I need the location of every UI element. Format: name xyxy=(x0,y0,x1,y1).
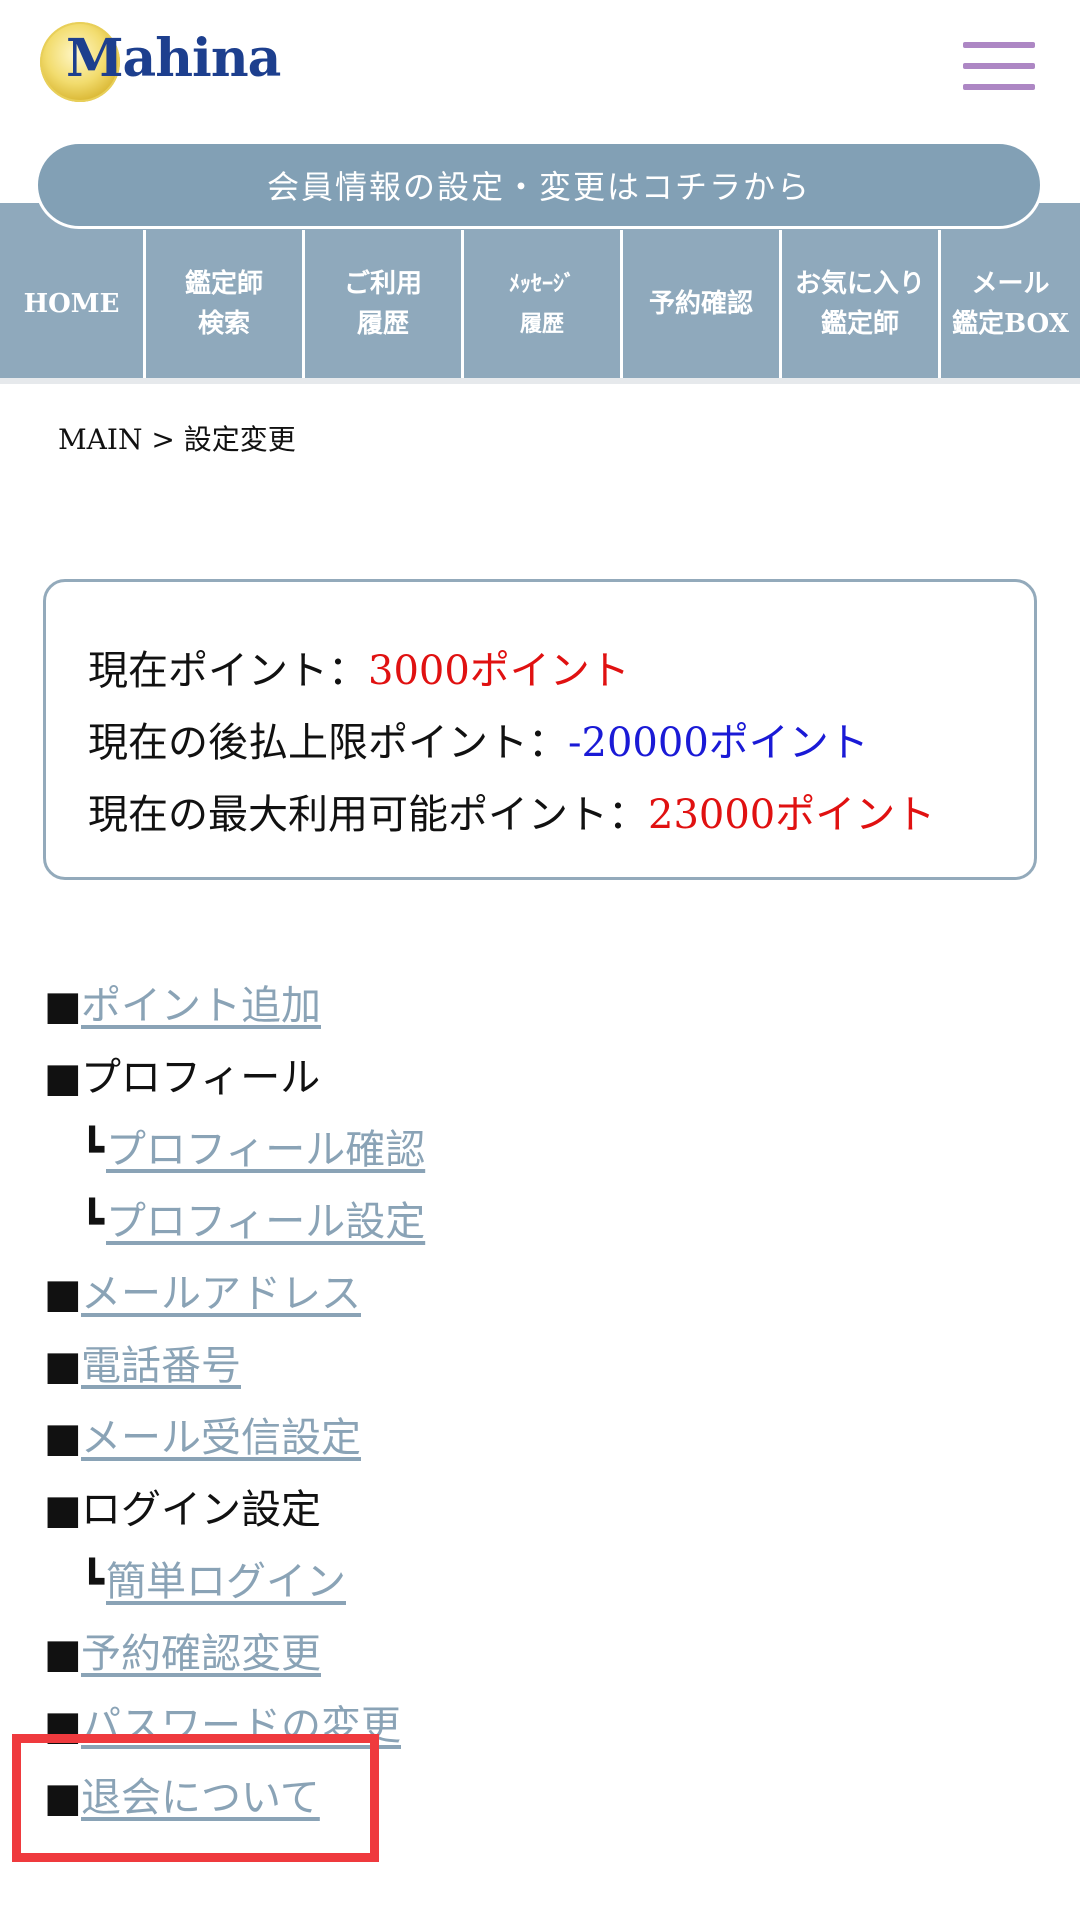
email-link[interactable]: メールアドレス xyxy=(81,1271,361,1317)
max-points-value: 23000ポイント xyxy=(648,792,936,838)
points-summary-box: 現在ポイント：3000ポイント 現在の後払上限ポイント：-20000ポイント 現… xyxy=(43,579,1037,880)
nav-message-history[interactable]: ﾒｯｾｰｼﾞ 履歴 xyxy=(461,230,620,378)
phone-link[interactable]: 電話番号 xyxy=(81,1343,241,1389)
menu-item-profile-confirm: ┗プロフィール確認 xyxy=(80,1117,425,1175)
sub-bullet-icon: ┗ xyxy=(80,1127,105,1173)
square-bullet-icon: ■ xyxy=(44,1631,82,1677)
nav-usage-history[interactable]: ご利用 履歴 xyxy=(302,230,461,378)
square-bullet-icon: ■ xyxy=(44,1775,82,1821)
max-points-row: 現在の最大利用可能ポイント：23000ポイント xyxy=(88,782,935,840)
easy-login-link[interactable]: 簡単ログイン xyxy=(106,1559,346,1605)
breadcrumb-main-link[interactable]: MAIN xyxy=(58,423,142,456)
breadcrumb: MAIN > 設定変更 xyxy=(58,418,296,458)
postpay-limit-row: 現在の後払上限ポイント：-20000ポイント xyxy=(88,710,869,768)
square-bullet-icon: ■ xyxy=(44,1487,82,1533)
menu-item-reservation: ■予約確認変更 xyxy=(44,1621,321,1679)
profile-settings-link[interactable]: プロフィール設定 xyxy=(106,1199,425,1245)
sub-bullet-icon: ┗ xyxy=(80,1199,105,1245)
square-bullet-icon: ■ xyxy=(44,1055,82,1101)
mahina-logo[interactable]: Mahina xyxy=(40,18,281,108)
max-points-label: 現在の最大利用可能ポイント： xyxy=(88,792,648,838)
square-bullet-icon: ■ xyxy=(44,1271,82,1317)
add-points-link[interactable]: ポイント追加 xyxy=(81,983,321,1029)
member-settings-button[interactable]: 会員情報の設定・変更はコチラから xyxy=(35,141,1043,229)
sub-bullet-icon: ┗ xyxy=(80,1559,105,1605)
menu-item-mail-receive: ■メール受信設定 xyxy=(44,1405,361,1463)
menu-item-easy-login: ┗簡単ログイン xyxy=(80,1549,346,1607)
menu-item-withdraw: ■退会について xyxy=(44,1765,320,1823)
current-points-row: 現在ポイント：3000ポイント xyxy=(88,638,630,696)
breadcrumb-separator: > xyxy=(142,423,184,456)
menu-item-password: ■パスワードの変更 xyxy=(44,1693,401,1751)
withdraw-link[interactable]: 退会について xyxy=(81,1775,320,1821)
main-nav: HOME 鑑定師 検索 ご利用 履歴 ﾒｯｾｰｼﾞ 履歴 予約確認 お気に入り … xyxy=(0,230,1080,378)
nav-home[interactable]: HOME xyxy=(0,230,143,378)
nav-mail-box[interactable]: メール 鑑定BOX xyxy=(938,230,1080,378)
menu-item-email: ■メールアドレス xyxy=(44,1261,361,1319)
reservation-change-link[interactable]: 予約確認変更 xyxy=(81,1631,321,1677)
nav-divider xyxy=(0,378,1080,384)
profile-confirm-link[interactable]: プロフィール確認 xyxy=(106,1127,425,1173)
hamburger-menu-icon[interactable] xyxy=(963,40,1035,92)
login-settings-heading: ログイン設定 xyxy=(81,1487,321,1533)
postpay-limit-value: -20000ポイント xyxy=(568,720,869,766)
square-bullet-icon: ■ xyxy=(44,1703,82,1749)
postpay-limit-label: 現在の後払上限ポイント： xyxy=(88,720,568,766)
menu-item-login-settings: ■ログイン設定 xyxy=(44,1477,321,1535)
logo-text: Mahina xyxy=(66,28,281,89)
menu-item-add-points: ■ポイント追加 xyxy=(44,973,321,1031)
current-points-value: 3000ポイント xyxy=(368,648,630,694)
square-bullet-icon: ■ xyxy=(44,1415,82,1461)
menu-item-profile-settings: ┗プロフィール設定 xyxy=(80,1189,425,1247)
menu-item-phone: ■電話番号 xyxy=(44,1333,241,1391)
nav-favorite-advisor[interactable]: お気に入り 鑑定師 xyxy=(779,230,938,378)
nav-reservation-check[interactable]: 予約確認 xyxy=(620,230,779,378)
profile-heading: プロフィール xyxy=(81,1055,321,1101)
square-bullet-icon: ■ xyxy=(44,983,82,1029)
current-points-label: 現在ポイント： xyxy=(88,648,368,694)
square-bullet-icon: ■ xyxy=(44,1343,82,1389)
mail-receive-settings-link[interactable]: メール受信設定 xyxy=(81,1415,361,1461)
password-change-link[interactable]: パスワードの変更 xyxy=(81,1703,401,1749)
nav-search-advisor[interactable]: 鑑定師 検索 xyxy=(143,230,302,378)
menu-item-profile: ■プロフィール xyxy=(44,1045,320,1103)
breadcrumb-current: 設定変更 xyxy=(183,423,296,456)
